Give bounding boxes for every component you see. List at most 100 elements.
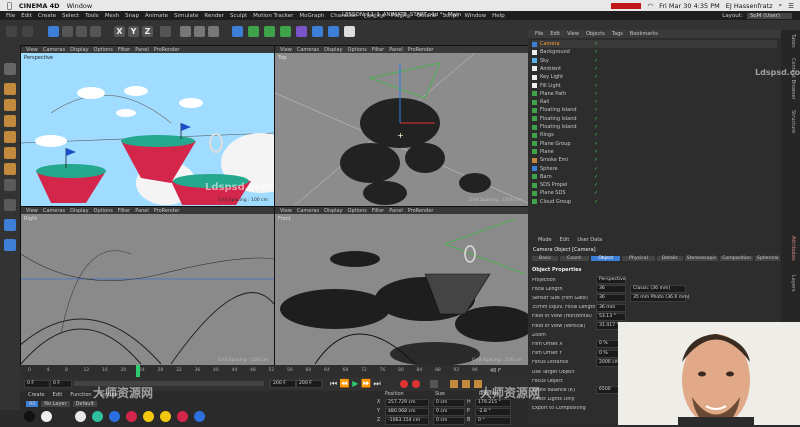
- object-name[interactable]: Barn: [540, 174, 588, 180]
- light-icon[interactable]: [344, 26, 355, 37]
- om-menu-edit[interactable]: Edit: [550, 31, 560, 37]
- model-mode-icon[interactable]: [4, 83, 16, 95]
- menu-file[interactable]: File: [6, 13, 15, 19]
- menu-cameras[interactable]: Cameras: [297, 208, 319, 214]
- menu-animate[interactable]: Animate: [145, 13, 168, 19]
- filter-default[interactable]: Default: [72, 401, 97, 407]
- visibility-check-icon[interactable]: ✓: [594, 66, 598, 72]
- object-row[interactable]: Rings ✓: [532, 131, 777, 139]
- viewport-front[interactable]: View Cameras Display Options Filter Pane…: [274, 206, 529, 367]
- object-row[interactable]: Rail ✓: [532, 98, 777, 106]
- edges-mode-icon[interactable]: [4, 147, 16, 159]
- playhead[interactable]: [136, 365, 140, 377]
- object-row[interactable]: Plane Path ✓: [532, 90, 777, 98]
- x-axis-toggle[interactable]: X: [114, 26, 125, 37]
- visibility-check-icon[interactable]: ✓: [594, 41, 598, 47]
- filter-all[interactable]: All: [26, 401, 39, 407]
- visibility-check-icon[interactable]: ✓: [594, 116, 598, 122]
- subtab-coord[interactable]: Coord.: [560, 256, 590, 261]
- object-row[interactable]: SDS Propel ✓: [532, 181, 777, 189]
- camera-icon[interactable]: [328, 26, 339, 37]
- menu-cameras[interactable]: Cameras: [297, 47, 319, 53]
- object-name[interactable]: Rail: [540, 99, 588, 105]
- object-name[interactable]: Plane Group: [540, 141, 588, 147]
- texture-mode-icon[interactable]: [4, 99, 16, 111]
- menu-select[interactable]: Select: [62, 13, 79, 19]
- rotate-icon[interactable]: [90, 26, 101, 37]
- render-settings-icon[interactable]: [208, 26, 219, 37]
- object-row[interactable]: Floating Island ✓: [532, 106, 777, 114]
- subtab-physical[interactable]: Physical: [622, 256, 655, 261]
- in-frame-field[interactable]: 0 F: [50, 380, 72, 388]
- workplane-icon[interactable]: [4, 115, 16, 127]
- floor-icon[interactable]: [312, 26, 323, 37]
- coord-y-position[interactable]: 480.068 cm: [385, 408, 429, 416]
- viewport-top[interactable]: View Cameras Display Options Filter Pane…: [274, 45, 529, 207]
- points-mode-icon[interactable]: [4, 131, 16, 143]
- y-axis-toggle[interactable]: Y: [128, 26, 139, 37]
- user-name[interactable]: EJ Hassenfratz: [726, 2, 773, 10]
- prev-key-icon[interactable]: ⏪: [340, 379, 350, 388]
- menu-prorender[interactable]: ProRender: [154, 47, 180, 53]
- material-swatch[interactable]: [58, 411, 69, 422]
- object-row[interactable]: Plane Group ✓: [532, 140, 777, 148]
- attribute-preset-select[interactable]: 35 mm Photo (36.0 mm): [630, 294, 690, 303]
- subdivision-icon[interactable]: [264, 26, 275, 37]
- apple-icon[interactable]: : [7, 1, 12, 10]
- material-swatch[interactable]: [194, 411, 205, 422]
- visibility-check-icon[interactable]: ✓: [594, 132, 598, 138]
- redo-icon[interactable]: [22, 26, 33, 37]
- object-row[interactable]: Barn ✓: [532, 173, 777, 181]
- attribute-value-field[interactable]: 36 mm: [596, 303, 626, 312]
- move-icon[interactable]: [62, 26, 73, 37]
- side-tab-attributes[interactable]: Attributes: [790, 236, 796, 261]
- keyframe-selection-icon[interactable]: [430, 380, 438, 388]
- visibility-check-icon[interactable]: ✓: [594, 99, 598, 105]
- auto-key-icon[interactable]: [412, 380, 420, 388]
- coord-z-size[interactable]: 0 cm: [433, 417, 465, 425]
- menu-options[interactable]: Options: [348, 208, 367, 214]
- go-start-icon[interactable]: ⏮: [330, 379, 337, 388]
- visibility-check-icon[interactable]: ✓: [594, 124, 598, 130]
- out-frame-field[interactable]: 200 F: [270, 380, 296, 388]
- object-row[interactable]: Floating Island ✓: [532, 115, 777, 123]
- menu-cameras[interactable]: Cameras: [43, 208, 65, 214]
- object-row[interactable]: Background ✓: [532, 48, 777, 56]
- z-axis-toggle[interactable]: Z: [142, 26, 153, 37]
- object-name[interactable]: Ambient: [540, 66, 588, 72]
- menu-prorender[interactable]: ProRender: [408, 208, 434, 214]
- visibility-check-icon[interactable]: ✓: [594, 182, 598, 188]
- menu-filter[interactable]: Filter: [372, 208, 384, 214]
- undo-icon[interactable]: [6, 26, 17, 37]
- menu-create[interactable]: Create: [38, 13, 56, 19]
- layout-select[interactable]: SoM (User): [746, 12, 792, 19]
- window-menu[interactable]: Window: [67, 2, 93, 10]
- menu-snap[interactable]: Snap: [125, 13, 139, 19]
- menu-cameras[interactable]: Cameras: [43, 47, 65, 53]
- menu-simulate[interactable]: Simulate: [174, 13, 198, 19]
- am-menu-edit[interactable]: Edit: [560, 237, 570, 243]
- coord-x-position[interactable]: 257.729 cm: [385, 399, 429, 407]
- object-name[interactable]: Fill Light: [540, 83, 588, 89]
- object-name[interactable]: Background: [540, 49, 588, 55]
- mograph-cloner-icon[interactable]: [280, 26, 291, 37]
- side-tab-layers[interactable]: Layers: [790, 275, 796, 292]
- menu-window[interactable]: Window: [464, 13, 486, 19]
- menu-render[interactable]: Render: [204, 13, 224, 19]
- mat-menu-edit[interactable]: Edit: [53, 392, 63, 398]
- visibility-check-icon[interactable]: ✓: [594, 149, 598, 155]
- visibility-check-icon[interactable]: ✓: [594, 83, 598, 89]
- timeline-ruler[interactable]: 0 4 8 12 16 20 24 28 32 36 40 44 48 52 56 60 64 68 72 76 80 8…: [20, 365, 528, 377]
- object-name[interactable]: Sphere: [540, 166, 588, 172]
- visibility-check-icon[interactable]: ✓: [594, 157, 598, 163]
- menu-options[interactable]: Options: [348, 47, 367, 53]
- side-tab-content-browser[interactable]: Content Browser: [790, 58, 796, 100]
- render-view-icon[interactable]: [180, 26, 191, 37]
- menu-options[interactable]: Options: [94, 208, 113, 214]
- object-name[interactable]: Smoke Emi: [540, 157, 588, 163]
- material-swatch[interactable]: [126, 411, 137, 422]
- visibility-check-icon[interactable]: ✓: [594, 190, 598, 196]
- visibility-check-icon[interactable]: ✓: [594, 91, 598, 97]
- material-swatch[interactable]: [41, 411, 52, 422]
- menu-options[interactable]: Options: [94, 47, 113, 53]
